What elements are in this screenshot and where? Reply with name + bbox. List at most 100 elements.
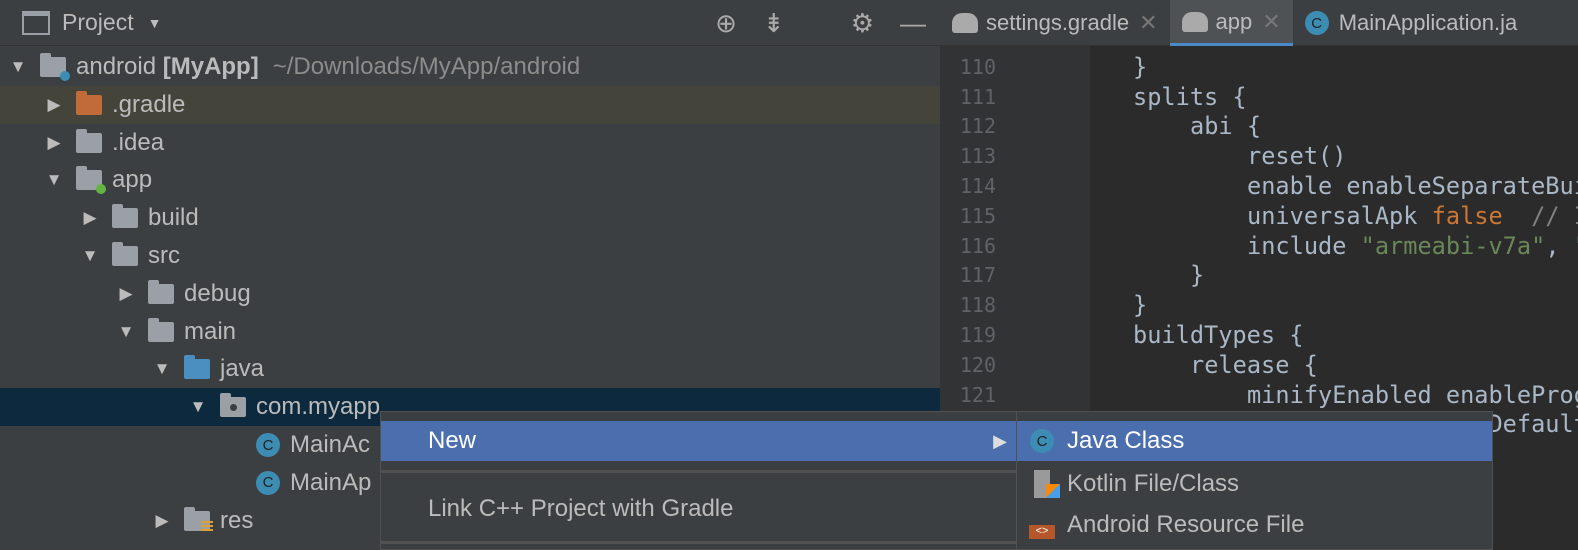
submenu-item-java-class[interactable]: C Java Class xyxy=(1017,421,1492,461)
line-number: 118 xyxy=(959,293,996,318)
line-number: 110 xyxy=(959,54,996,79)
menu-item-label: Link C++ Project with Gradle xyxy=(428,495,734,522)
tree-item-label: main xyxy=(184,317,237,345)
code-token: enable enableSeparateBuildPerCPUArchitec… xyxy=(1247,172,1578,200)
tree-item[interactable]: ▼ main xyxy=(0,313,940,351)
locate-icon[interactable]: ⊕ xyxy=(715,8,737,39)
tree-item[interactable]: ▶ debug xyxy=(0,275,940,313)
editor-tabs: settings.gradle ✕ app ✕ C MainApplication.ja xyxy=(940,0,1578,46)
code-line: } xyxy=(1133,53,1147,81)
expand-down-icon[interactable]: ▼ xyxy=(80,246,100,266)
tree-item-label: java xyxy=(220,355,265,383)
module-folder-icon xyxy=(40,53,70,81)
line-number: 120 xyxy=(959,352,996,377)
code-token: buildTypes { xyxy=(1133,321,1304,349)
submenu-item-label: Kotlin File/Class xyxy=(1067,470,1240,497)
code-token: release { xyxy=(1190,350,1318,379)
expand-down-icon[interactable]: ▼ xyxy=(152,359,172,379)
code-token: "x86" xyxy=(1574,232,1578,260)
line-number: 119 xyxy=(959,323,996,347)
chevron-down-icon[interactable]: ▼ xyxy=(148,15,162,31)
menu-separator xyxy=(381,541,1017,544)
tree-item[interactable]: ▼ android [MyApp] ~/Downloads/MyApp/androi… xyxy=(0,48,940,86)
code-line: splits { xyxy=(1133,83,1247,111)
source-folder-icon xyxy=(184,355,210,380)
editor-tab[interactable]: C MainApplication.ja xyxy=(1293,0,1530,46)
close-tab-icon[interactable]: ✕ xyxy=(1139,10,1157,36)
submenu-item-kotlin-file[interactable]: Kotlin File/Class xyxy=(1017,464,1492,504)
expand-right-icon[interactable]: ▶ xyxy=(116,284,136,304)
expand-right-icon[interactable]: ▶ xyxy=(152,511,172,531)
tree-item[interactable]: ▶ .gradle xyxy=(0,85,940,124)
tree-item[interactable]: ▶ .idea xyxy=(0,124,940,162)
project-view-selector[interactable]: Project xyxy=(62,9,134,36)
res-folder-icon xyxy=(184,506,213,533)
tab-label: app xyxy=(1215,8,1253,34)
gradle-elephant-icon xyxy=(952,13,978,33)
context-menu: New ▶ Link C++ Project with Gradle xyxy=(380,411,1017,550)
code-token: universalApk xyxy=(1247,201,1432,230)
line-number: 112 xyxy=(959,114,996,139)
code-token: splits { xyxy=(1133,82,1247,111)
menu-item-label: New xyxy=(428,427,477,454)
close-tab-icon[interactable]: ✕ xyxy=(1262,9,1280,35)
code-line: abi { xyxy=(1190,112,1261,140)
line-number: 109 xyxy=(946,46,996,49)
folder-icon xyxy=(112,242,138,266)
tree-item[interactable]: ▼ java xyxy=(0,350,940,388)
package-icon xyxy=(220,393,246,418)
gradle-elephant-icon xyxy=(1181,11,1208,32)
tree-item[interactable]: ▼ app xyxy=(0,161,940,199)
code-token: } xyxy=(1133,291,1148,320)
code-token: } xyxy=(1190,261,1205,290)
tree-item[interactable]: ▶ build xyxy=(0,199,940,237)
folder-icon xyxy=(148,279,174,304)
tree-item-label: .idea xyxy=(112,128,165,156)
expand-down-icon[interactable]: ▼ xyxy=(8,57,28,77)
line-number: 114 xyxy=(959,174,996,198)
folder-icon xyxy=(148,317,174,342)
code-token: // If true, also generate a universal AP… xyxy=(1531,201,1578,230)
class-icon: C xyxy=(1304,11,1329,35)
project-view-icon xyxy=(22,10,50,35)
expand-right-icon[interactable]: ▶ xyxy=(44,133,64,153)
tree-item-label: src xyxy=(148,242,180,269)
line-number: 113 xyxy=(959,144,996,169)
expand-right-icon[interactable]: ▶ xyxy=(44,95,64,115)
project-panel-header: Project ▼ ⊕ ⇟ ⚙ — xyxy=(0,0,940,46)
editor-tab[interactable]: settings.gradle ✕ xyxy=(940,0,1170,46)
code-line: universalApk false // If true, also gene… xyxy=(1247,202,1578,230)
submenu-item-android-resource-file[interactable]: <> Android Resource File xyxy=(1017,505,1492,545)
tree-item-label: res xyxy=(220,506,254,534)
expand-right-icon[interactable]: ▶ xyxy=(80,208,100,228)
code-line: enable enableSeparateBuildPerCPUArchitec… xyxy=(1247,172,1578,200)
java-class-icon: C xyxy=(1027,426,1057,456)
expand-down-icon[interactable]: ▼ xyxy=(116,322,136,342)
minimize-icon[interactable]: — xyxy=(900,8,926,39)
collapse-all-icon[interactable]: ⇟ xyxy=(763,8,785,39)
submenu-item-label: Android Resource File xyxy=(1067,511,1305,538)
tree-item-label: app xyxy=(112,166,153,194)
menu-item-link-cpp[interactable]: Link C++ Project with Gradle xyxy=(381,489,1017,529)
menu-separator xyxy=(381,470,1017,473)
tree-item-label: MainAc xyxy=(290,431,371,458)
code-token: abi { xyxy=(1190,112,1262,141)
expand-down-icon[interactable]: ▼ xyxy=(188,397,208,417)
editor-tab[interactable]: app ✕ xyxy=(1169,0,1293,46)
gear-icon[interactable]: ⚙ xyxy=(851,8,874,39)
expand-down-icon[interactable]: ▼ xyxy=(44,170,64,190)
module-folder-icon xyxy=(76,166,106,195)
tree-item-label: com.myapp xyxy=(256,393,381,421)
menu-item-new[interactable]: New ▶ xyxy=(381,421,1017,461)
folder-icon xyxy=(112,204,138,229)
tree-item[interactable]: ▼ src xyxy=(0,237,940,275)
code-line: } xyxy=(1133,291,1147,319)
tab-label: settings.gradle xyxy=(986,10,1130,35)
code-token: } xyxy=(1133,52,1148,81)
code-token: , xyxy=(1545,231,1574,260)
android-resource-file-icon: <> xyxy=(1027,510,1057,540)
code-line: include "armeabi-v7a", "x86" xyxy=(1247,232,1578,260)
folder-icon xyxy=(76,128,102,153)
tree-item-label: android [MyApp] xyxy=(76,53,259,80)
new-submenu: C Java Class Kotlin File/Class <> Androi… xyxy=(1016,411,1493,550)
